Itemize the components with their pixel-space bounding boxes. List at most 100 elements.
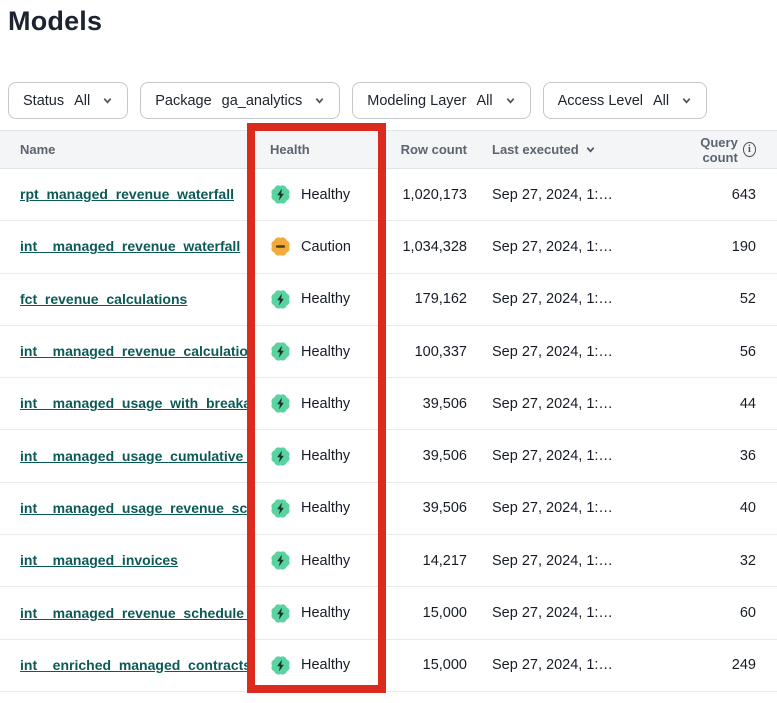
row-count-value: 39,506	[385, 448, 467, 464]
models-table: Name Health Row count Last executed Quer…	[0, 130, 777, 692]
health-cell: Healthy	[250, 393, 385, 414]
health-cell: Healthy	[250, 550, 385, 571]
last-executed-value: Sep 27, 2024, 1:…	[467, 396, 672, 412]
health-status-label: Healthy	[301, 396, 350, 412]
model-name-link[interactable]: int__managed_invoices	[20, 552, 178, 568]
table-body: rpt_managed_revenue_waterfall Healthy 1,…	[0, 169, 777, 692]
page-title: Models	[8, 6, 102, 37]
query-count-value: 44	[672, 396, 777, 412]
healthy-bolt-icon	[270, 393, 291, 414]
query-count-value: 40	[672, 500, 777, 516]
health-status-label: Healthy	[301, 553, 350, 569]
last-executed-value: Sep 27, 2024, 1:…	[467, 657, 672, 673]
last-executed-value: Sep 27, 2024, 1:…	[467, 239, 672, 255]
last-executed-value: Sep 27, 2024, 1:…	[467, 553, 672, 569]
filter-status[interactable]: Status All	[8, 82, 128, 119]
model-name-link[interactable]: int__enriched_managed_contracts	[20, 657, 250, 673]
row-count-value: 1,020,173	[385, 187, 467, 203]
health-status-label: Healthy	[301, 605, 350, 621]
healthy-bolt-icon	[270, 446, 291, 467]
models-page: Models Status All Package ga_analytics M…	[0, 0, 777, 703]
column-header-query-count: Query count i	[672, 135, 756, 165]
model-name-link[interactable]: rpt_managed_revenue_waterfall	[20, 186, 234, 202]
healthy-bolt-icon	[270, 655, 291, 676]
row-count-value: 1,034,328	[385, 239, 467, 255]
table-row: rpt_managed_revenue_waterfall Healthy 1,…	[0, 169, 777, 221]
sort-chevron-down-icon	[585, 144, 596, 155]
model-name-link[interactable]: int__managed_revenue_calculations	[20, 343, 250, 359]
chevron-down-icon	[505, 95, 516, 106]
health-status-label: Healthy	[301, 291, 350, 307]
row-count-value: 39,506	[385, 396, 467, 412]
health-status-label: Healthy	[301, 500, 350, 516]
filter-label: Modeling Layer	[367, 93, 466, 109]
health-status-label: Healthy	[301, 657, 350, 673]
last-executed-value: Sep 27, 2024, 1:…	[467, 605, 672, 621]
filter-label: Status	[23, 93, 64, 109]
health-status-label: Healthy	[301, 448, 350, 464]
query-count-value: 36	[672, 448, 777, 464]
query-count-value: 643	[672, 187, 777, 203]
chevron-down-icon	[102, 95, 113, 106]
last-executed-value: Sep 27, 2024, 1:…	[467, 448, 672, 464]
filter-value: All	[476, 93, 492, 109]
column-header-last-executed[interactable]: Last executed	[492, 142, 596, 157]
table-row: int__managed_revenue_calculations Health…	[0, 326, 777, 378]
table-row: int__managed_revenue_schedule_… Healthy …	[0, 587, 777, 639]
chevron-down-icon	[681, 95, 692, 106]
filter-modeling-layer[interactable]: Modeling Layer All	[352, 82, 530, 119]
model-name-link[interactable]: int__managed_revenue_waterfall	[20, 238, 240, 254]
healthy-bolt-icon	[270, 289, 291, 310]
health-cell: Caution	[250, 236, 385, 257]
filter-value: All	[653, 93, 669, 109]
query-count-value: 56	[672, 344, 777, 360]
model-name-link[interactable]: int__managed_usage_with_breaka…	[20, 395, 250, 411]
table-row: int__managed_usage_revenue_sc… Healthy 3…	[0, 483, 777, 535]
last-executed-value: Sep 27, 2024, 1:…	[467, 344, 672, 360]
filter-access-level[interactable]: Access Level All	[543, 82, 708, 119]
query-count-value: 52	[672, 291, 777, 307]
filter-bar: Status All Package ga_analytics Modeling…	[8, 82, 707, 119]
row-count-value: 100,337	[385, 344, 467, 360]
table-row: int__managed_usage_cumulative_… Healthy …	[0, 430, 777, 482]
model-name-link[interactable]: int__managed_usage_revenue_sc…	[20, 500, 250, 516]
filter-value: All	[74, 93, 90, 109]
filter-label: Access Level	[558, 93, 643, 109]
healthy-bolt-icon	[270, 184, 291, 205]
health-status-label: Caution	[301, 239, 351, 255]
model-name-link[interactable]: int__managed_usage_cumulative_…	[20, 448, 250, 464]
health-status-label: Healthy	[301, 344, 350, 360]
filter-label: Package	[155, 93, 211, 109]
query-count-value: 249	[672, 657, 777, 673]
health-cell: Healthy	[250, 184, 385, 205]
query-count-label: Query count	[672, 135, 738, 165]
row-count-value: 39,506	[385, 500, 467, 516]
health-cell: Healthy	[250, 603, 385, 624]
model-name-link[interactable]: fct_revenue_calculations	[20, 291, 187, 307]
info-icon[interactable]: i	[743, 142, 756, 157]
row-count-value: 179,162	[385, 291, 467, 307]
health-cell: Healthy	[250, 341, 385, 362]
last-executed-value: Sep 27, 2024, 1:…	[467, 500, 672, 516]
filter-value: ga_analytics	[222, 93, 303, 109]
health-status-label: Healthy	[301, 187, 350, 203]
column-header-row-count: Row count	[385, 142, 467, 157]
healthy-bolt-icon	[270, 498, 291, 519]
column-header-name: Name	[0, 142, 250, 157]
query-count-value: 190	[672, 239, 777, 255]
healthy-bolt-icon	[270, 550, 291, 571]
last-executed-value: Sep 27, 2024, 1:…	[467, 187, 672, 203]
table-row: int__managed_revenue_waterfall Caution 1…	[0, 221, 777, 273]
row-count-value: 15,000	[385, 657, 467, 673]
health-cell: Healthy	[250, 498, 385, 519]
last-executed-label: Last executed	[492, 142, 579, 157]
healthy-bolt-icon	[270, 603, 291, 624]
table-row: int__enriched_managed_contracts Healthy …	[0, 640, 777, 692]
health-cell: Healthy	[250, 655, 385, 676]
health-cell: Healthy	[250, 446, 385, 467]
last-executed-value: Sep 27, 2024, 1:…	[467, 291, 672, 307]
chevron-down-icon	[314, 95, 325, 106]
healthy-bolt-icon	[270, 341, 291, 362]
filter-package[interactable]: Package ga_analytics	[140, 82, 340, 119]
model-name-link[interactable]: int__managed_revenue_schedule_…	[20, 605, 250, 621]
